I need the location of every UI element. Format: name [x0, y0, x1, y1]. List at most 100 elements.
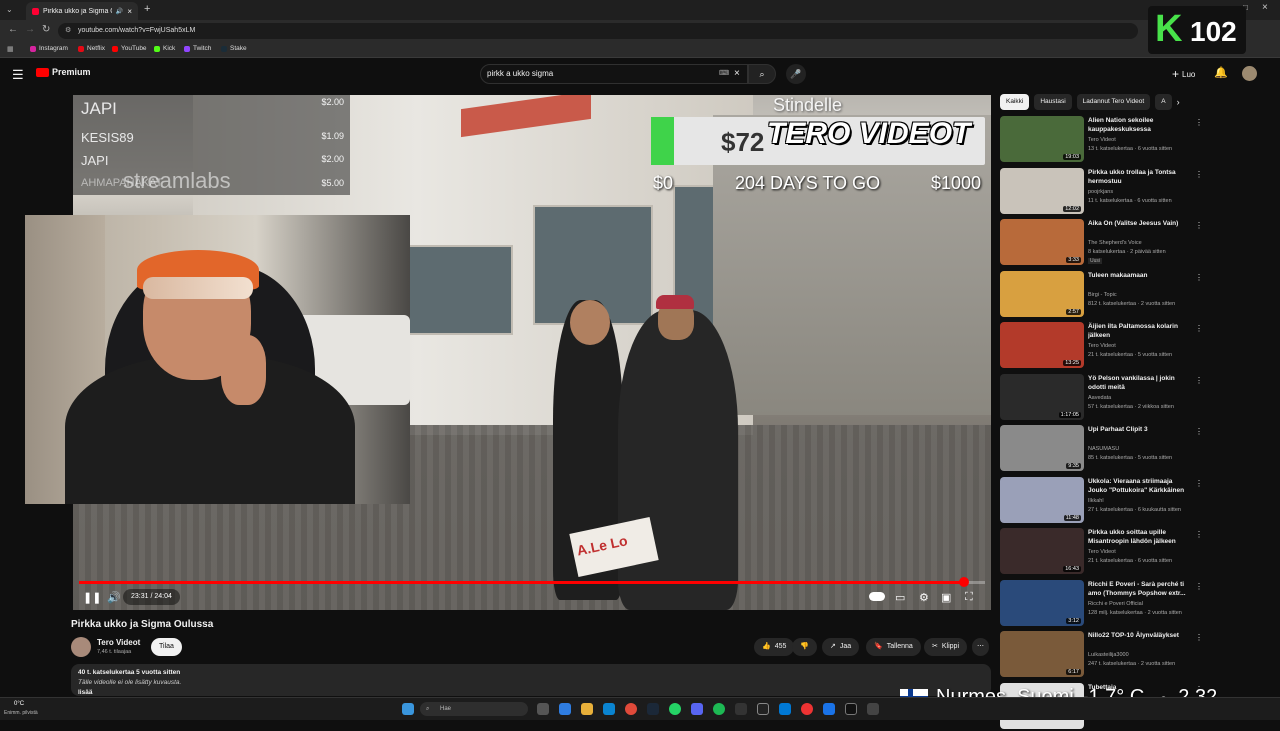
- recommended-video[interactable]: 2:57 Tuleen makaamaan Birgi - Topic 812 t. …: [1000, 270, 1275, 319]
- chip-search[interactable]: Haustasi: [1034, 94, 1072, 110]
- window-close-icon[interactable]: ×: [1262, 2, 1268, 13]
- chip-channel[interactable]: Ladannut Tero Videot: [1076, 94, 1151, 110]
- more-vert-icon[interactable]: ⋮: [1195, 118, 1203, 127]
- recommended-channel[interactable]: NASUMASU: [1088, 446, 1119, 452]
- steam-icon[interactable]: [647, 703, 659, 715]
- save-button[interactable]: 🔖 Tallenna: [866, 638, 921, 656]
- recommended-title[interactable]: Aika On (Valitse Jeesus Vain): [1088, 219, 1192, 228]
- youtube-logo[interactable]: Premium: [36, 67, 91, 77]
- tab-search-icon[interactable]: ⌄: [6, 5, 13, 14]
- epic-games-icon[interactable]: [757, 703, 769, 715]
- recommended-video[interactable]: 3:12 Ricchi E Poveri - Sarà perché ti amo…: [1000, 579, 1275, 628]
- bookmark-instagram[interactable]: Instagram: [30, 45, 68, 52]
- recommended-title[interactable]: Yö Pelson vankilassa | jokin odotti meit…: [1088, 374, 1192, 392]
- capcut-icon[interactable]: [845, 703, 857, 715]
- channel-name[interactable]: Tero Videot: [97, 638, 140, 647]
- recommended-channel[interactable]: The Shepherd's Voice: [1088, 240, 1142, 246]
- recommended-title[interactable]: Ukkola: Vieraana striimaaja Jouko "Pottu…: [1088, 477, 1192, 495]
- chip-all[interactable]: Kaikki: [1000, 94, 1030, 110]
- recommended-video[interactable]: 13:25 Äijien ilta Paltamossa kolarin jälk…: [1000, 322, 1275, 370]
- recommended-video[interactable]: 6:17 Nillo22 TOP-10 Älynväläykset Luikaste…: [1000, 631, 1275, 679]
- app-icon-2[interactable]: [823, 703, 835, 715]
- video-thumbnail[interactable]: 1:17:05: [1000, 373, 1084, 420]
- fullscreen-icon[interactable]: ⛶: [965, 591, 973, 604]
- video-thumbnail[interactable]: 11:48: [1000, 476, 1084, 523]
- video-thumbnail[interactable]: 6:17: [1000, 631, 1084, 677]
- recommended-video[interactable]: 16:43 Pirkka ukko soittaa upille Misantro…: [1000, 528, 1275, 576]
- clear-search-icon[interactable]: ×: [734, 65, 740, 83]
- recommended-video[interactable]: 11:48 Ukkola: Vieraana striimaaja Jouko "…: [1000, 476, 1275, 525]
- recommended-video[interactable]: 9:35 Upi Parhaat Clipit 3 NASUMASU 85 t. ka…: [1000, 425, 1275, 473]
- recommended-channel[interactable]: Ilkkahl: [1088, 498, 1104, 504]
- video-thumbnail[interactable]: 12:02: [1000, 167, 1084, 214]
- description-box[interactable]: 40 t. katselukertaa 5 vuotta sitten Täll…: [71, 664, 991, 696]
- subscribe-button[interactable]: Tilaa: [151, 638, 182, 656]
- more-vert-icon[interactable]: ⋮: [1195, 273, 1203, 282]
- tab-close-icon[interactable]: ×: [127, 7, 132, 16]
- channel-avatar[interactable]: [71, 637, 91, 657]
- whatsapp-icon[interactable]: [669, 703, 681, 715]
- pause-icon[interactable]: ❚❚: [83, 591, 101, 604]
- recommended-channel[interactable]: poojrkjans: [1088, 189, 1113, 195]
- recommended-video[interactable]: 3:33 Aika On (Valitse Jeesus Vain) The She…: [1000, 219, 1275, 267]
- more-actions-button[interactable]: ⋯: [972, 638, 989, 656]
- dislike-button[interactable]: 👎: [792, 638, 817, 656]
- apps-grid-icon[interactable]: ▦: [7, 45, 14, 53]
- windows-start-icon[interactable]: [402, 703, 414, 715]
- more-vert-icon[interactable]: ⋮: [1195, 582, 1203, 591]
- recommended-title[interactable]: Alien Nation sekoilee kauppakeskuksessa: [1088, 116, 1192, 134]
- autoplay-toggle[interactable]: [869, 592, 885, 601]
- chip-more[interactable]: A: [1155, 94, 1172, 110]
- more-vert-icon[interactable]: ⋮: [1195, 427, 1203, 436]
- recommended-channel[interactable]: Aavedata: [1088, 395, 1111, 401]
- like-button[interactable]: 👍 455: [754, 638, 795, 656]
- app-icon[interactable]: [735, 703, 747, 715]
- video-thumbnail[interactable]: 13:25: [1000, 322, 1084, 368]
- more-vert-icon[interactable]: ⋮: [1195, 221, 1203, 230]
- reload-icon[interactable]: ↻: [42, 24, 50, 35]
- chrome-icon[interactable]: [625, 703, 637, 715]
- hamburger-menu-icon[interactable]: ☰: [12, 67, 24, 83]
- taskbar-search[interactable]: ⌕ Hae: [420, 702, 528, 716]
- weather-temp[interactable]: 0°C: [14, 701, 24, 707]
- recommended-video[interactable]: 1:17:05 Yö Pelson vankilassa | jokin odot…: [1000, 373, 1275, 422]
- more-vert-icon[interactable]: ⋮: [1195, 324, 1203, 333]
- search-input[interactable]: pirkk a ukko sigma ⌨ ×: [480, 64, 748, 84]
- recommended-channel[interactable]: Tero Videot: [1088, 343, 1116, 349]
- edge-icon[interactable]: [779, 703, 791, 715]
- notifications-bell-icon[interactable]: 🔔: [1214, 66, 1228, 79]
- keyboard-icon[interactable]: ⌨: [719, 65, 729, 83]
- volume-icon[interactable]: 🔊: [107, 591, 121, 604]
- new-tab-button[interactable]: +: [144, 3, 150, 15]
- speaker-icon[interactable]: 🔊: [116, 8, 123, 15]
- bookmark-twitch[interactable]: Twitch: [184, 45, 211, 52]
- copilot-icon[interactable]: [559, 703, 571, 715]
- site-info-icon[interactable]: ⚙: [65, 23, 71, 39]
- voice-search-icon[interactable]: 🎤: [786, 64, 806, 84]
- bookmark-kick[interactable]: Kick: [154, 45, 175, 52]
- recommended-video[interactable]: 12:02 Pirkka ukko trollaa ja Tontsa hermo…: [1000, 167, 1275, 216]
- recommended-video[interactable]: 19:03 Alien Nation sekoilee kauppakeskuks…: [1000, 116, 1275, 164]
- recommended-channel[interactable]: Ricchi e Poveri Official: [1088, 601, 1143, 607]
- more-vert-icon[interactable]: ⋮: [1195, 479, 1203, 488]
- browser-tab[interactable]: Pirkka ukko ja Sigma Oulus 🔊 ×: [26, 2, 138, 20]
- chevron-right-icon[interactable]: ›: [1177, 94, 1180, 110]
- recommended-title[interactable]: Upi Parhaat Clipit 3: [1088, 425, 1192, 434]
- more-vert-icon[interactable]: ⋮: [1195, 376, 1203, 385]
- recommended-channel[interactable]: Luikasteilija3000: [1088, 652, 1129, 658]
- create-button[interactable]: + Luo: [1172, 67, 1195, 81]
- recommended-title[interactable]: Nillo22 TOP-10 Älynväläykset: [1088, 631, 1192, 640]
- more-vert-icon[interactable]: ⋮: [1195, 530, 1203, 539]
- recommended-title[interactable]: Tuleen makaamaan: [1088, 271, 1192, 280]
- share-button[interactable]: ↗ Jaa: [822, 638, 860, 656]
- settings-gear-icon[interactable]: ⚙: [919, 591, 929, 604]
- bookmark-stake[interactable]: Stake: [221, 45, 247, 52]
- video-thumbnail[interactable]: 3:33: [1000, 219, 1084, 265]
- miniplayer-icon[interactable]: ▣: [941, 591, 951, 604]
- mail-icon[interactable]: [603, 703, 615, 715]
- recommended-title[interactable]: Äijien ilta Paltamossa kolarin jälkeen: [1088, 322, 1192, 340]
- video-thumbnail[interactable]: 9:35: [1000, 425, 1084, 471]
- bookmark-youtube[interactable]: YouTube: [112, 45, 147, 52]
- forward-icon[interactable]: →: [25, 24, 35, 35]
- obs-icon[interactable]: [801, 703, 813, 715]
